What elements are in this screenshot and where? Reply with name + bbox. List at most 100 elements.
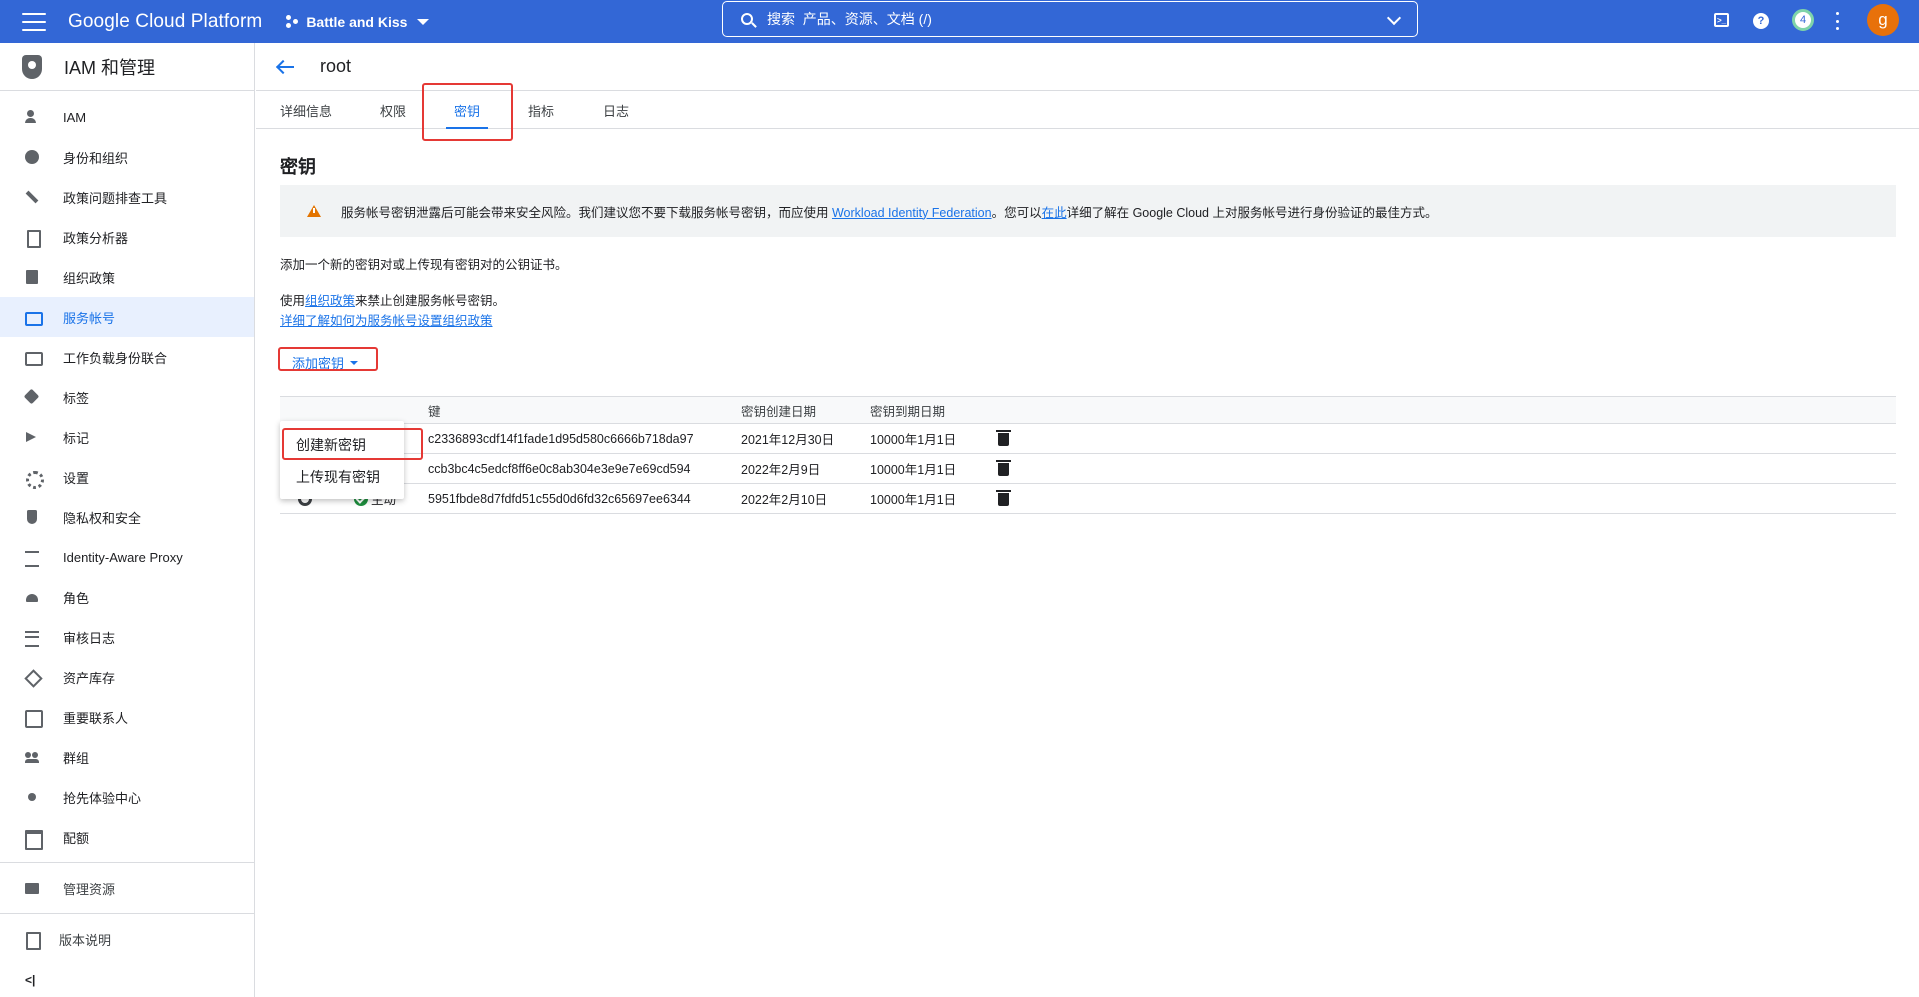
sidebar: IAM 和管理 IAM 身份和组织 政策问题排查工具 政策分析器 组织政策 服务… bbox=[0, 43, 255, 997]
hat-icon bbox=[25, 590, 39, 604]
sidebar-item-iap[interactable]: Identity-Aware Proxy bbox=[0, 537, 254, 577]
create-key-highlight-box bbox=[282, 428, 423, 460]
sidebar-item-asset-inventory[interactable]: 资产库存 bbox=[0, 657, 254, 697]
search-expand-icon[interactable] bbox=[1386, 10, 1402, 26]
sidebar-item-workload-identity[interactable]: 工作负载身份联合 bbox=[0, 337, 254, 377]
search-placeholder: 搜索 产品、资源、文档 (/) bbox=[767, 11, 932, 27]
sidebar-item-label: 审核日志 bbox=[63, 630, 116, 646]
sidebar-item-audit-logs[interactable]: 审核日志 bbox=[0, 617, 254, 657]
sidebar-item-label: 组织政策 bbox=[63, 270, 116, 286]
org-policy-note-after: 来禁止创建服务帐号密钥。 bbox=[355, 294, 506, 308]
help-icon[interactable]: ? bbox=[1753, 13, 1769, 29]
workload-identity-link[interactable]: Workload Identity Federation bbox=[832, 206, 992, 220]
sidebar-item-label: 设置 bbox=[63, 470, 90, 486]
sidebar-item-label: 政策分析器 bbox=[63, 230, 129, 246]
alert-text-mid: 。您可以 bbox=[991, 205, 1042, 220]
expire-date-cell: 10000年1月1日 bbox=[870, 463, 957, 477]
sidebar-divider bbox=[0, 862, 254, 863]
add-key-highlight-box bbox=[278, 347, 378, 371]
tab-details[interactable]: 详细信息 bbox=[280, 91, 332, 129]
column-header-expires[interactable]: 密钥到期日期 bbox=[870, 397, 945, 423]
sidebar-item-tags[interactable]: 标签 bbox=[0, 377, 254, 417]
project-name: Battle and Kiss bbox=[306, 13, 408, 30]
tab-logs[interactable]: 日志 bbox=[603, 91, 629, 129]
search-icon bbox=[741, 13, 753, 25]
expire-date-cell: 10000年1月1日 bbox=[870, 493, 957, 507]
upload-existing-key-menu-item[interactable]: 上传现有密钥 bbox=[280, 461, 404, 493]
label-icon bbox=[25, 430, 39, 444]
sidebar-item-label: 重要联系人 bbox=[63, 710, 129, 726]
delete-icon[interactable] bbox=[996, 460, 1011, 476]
gear-icon bbox=[25, 470, 44, 489]
learn-here-link[interactable]: 在此 bbox=[1042, 206, 1067, 220]
lines-icon bbox=[25, 630, 39, 647]
sidebar-item-settings[interactable]: 设置 bbox=[0, 457, 254, 497]
table-row: 主动 5951fbde8d7fdfd51c55d0d6fd32c65697ee6… bbox=[280, 484, 1896, 514]
sidebar-item-quotas[interactable]: 配额 bbox=[0, 817, 254, 857]
sidebar-item-label: 抢先体验中心 bbox=[63, 790, 142, 806]
sidebar-item-release-notes[interactable]: 版本说明 bbox=[0, 919, 254, 959]
sidebar-item-manage-resources[interactable]: 管理资源 bbox=[0, 868, 254, 908]
sidebar-item-essential-contacts[interactable]: 重要联系人 bbox=[0, 697, 254, 737]
sidebar-item-policy-troubleshooter[interactable]: 政策问题排查工具 bbox=[0, 177, 254, 217]
diamond-icon bbox=[25, 670, 39, 684]
key-id-cell: c2336893cdf14f1fade1d95d580c6666b718da97 bbox=[428, 431, 694, 446]
account-circle-icon bbox=[25, 150, 39, 164]
search-input[interactable]: 搜索 产品、资源、文档 (/) bbox=[722, 1, 1418, 37]
table-row: c2336893cdf14f1fade1d95d580c6666b718da97… bbox=[280, 424, 1896, 454]
contact-icon bbox=[25, 710, 43, 728]
security-warning-banner: 服务帐号密钥泄露后可能会带来安全风险。我们建议您不要下载服务帐号密钥，而应使用 … bbox=[280, 185, 1896, 237]
delete-cell bbox=[996, 484, 1011, 513]
sidebar-item-label: IAM bbox=[63, 109, 87, 125]
table-row: 主动 ccb3bc4c5edcf8ff6e0c8ab304e3e9e7e69cd… bbox=[280, 454, 1896, 484]
sidebar-item-label: 角色 bbox=[63, 590, 90, 606]
sidebar-item-groups[interactable]: 群组 bbox=[0, 737, 254, 777]
sidebar-item-label: 群组 bbox=[63, 750, 90, 766]
org-policy-note: 使用组织政策来禁止创建服务帐号密钥。 bbox=[280, 290, 505, 309]
sidebar-item-identity-org[interactable]: 身份和组织 bbox=[0, 137, 254, 177]
chevron-down-icon bbox=[417, 18, 430, 25]
section-title: 密钥 bbox=[280, 157, 316, 177]
more-vert-icon[interactable] bbox=[1835, 12, 1839, 30]
sidebar-item-early-access[interactable]: 抢先体验中心 bbox=[0, 777, 254, 817]
sidebar-item-org-policies[interactable]: 组织政策 bbox=[0, 257, 254, 297]
sidebar-item-label: Identity-Aware Proxy bbox=[63, 549, 183, 565]
sidebar-title: IAM 和管理 bbox=[64, 57, 156, 78]
project-selector[interactable]: Battle and Kiss bbox=[286, 13, 430, 30]
created-date-cell: 2021年12月30日 bbox=[741, 433, 835, 447]
delete-icon[interactable] bbox=[996, 430, 1011, 446]
sidebar-item-labels[interactable]: 标记 bbox=[0, 417, 254, 457]
sidebar-item-privacy-security[interactable]: 隐私权和安全 bbox=[0, 497, 254, 537]
top-bar: Google Cloud Platform Battle and Kiss 搜索… bbox=[0, 0, 1919, 43]
delete-cell bbox=[996, 454, 1011, 483]
collapse-sidebar-button[interactable]: <| bbox=[25, 973, 35, 987]
tab-metrics[interactable]: 指标 bbox=[528, 91, 554, 129]
column-header-key[interactable]: 键 bbox=[428, 397, 441, 423]
sidebar-item-roles[interactable]: 角色 bbox=[0, 577, 254, 617]
expire-date-cell: 10000年1月1日 bbox=[870, 433, 957, 447]
group-icon bbox=[25, 750, 39, 764]
sidebar-item-label: 管理资源 bbox=[63, 881, 116, 897]
shield-icon bbox=[25, 510, 39, 524]
avatar[interactable]: g bbox=[1867, 4, 1899, 36]
keys-description: 添加一个新的密钥对或上传现有密钥对的公钥证书。 bbox=[280, 258, 568, 272]
tag-icon bbox=[25, 390, 39, 404]
notifications-badge[interactable]: 4 bbox=[1792, 9, 1814, 31]
back-arrow-icon[interactable] bbox=[276, 58, 294, 76]
created-date-cell: 2022年2月10日 bbox=[741, 493, 828, 507]
org-policy-link[interactable]: 组织政策 bbox=[305, 294, 355, 308]
learn-org-policy-link[interactable]: 详细了解如何为服务帐号设置组织政策 bbox=[280, 314, 493, 328]
sidebar-item-label: 版本说明 bbox=[59, 932, 112, 948]
sidebar-item-iam[interactable]: IAM bbox=[0, 97, 254, 137]
cloud-shell-icon[interactable]: >_ bbox=[1714, 13, 1729, 27]
sidebar-item-service-accounts[interactable]: 服务帐号 bbox=[0, 297, 254, 337]
sidebar-item-policy-analyzer[interactable]: 政策分析器 bbox=[0, 217, 254, 257]
list-icon bbox=[25, 270, 39, 284]
tab-permissions[interactable]: 权限 bbox=[380, 91, 406, 129]
brand-logo[interactable]: Google Cloud Platform bbox=[68, 11, 262, 33]
column-header-created[interactable]: 密钥创建日期 bbox=[741, 397, 816, 423]
menu-icon[interactable] bbox=[22, 12, 46, 31]
person-add-icon bbox=[25, 110, 39, 124]
delete-icon[interactable] bbox=[996, 490, 1011, 506]
sidebar-item-label: 政策问题排查工具 bbox=[63, 190, 168, 206]
